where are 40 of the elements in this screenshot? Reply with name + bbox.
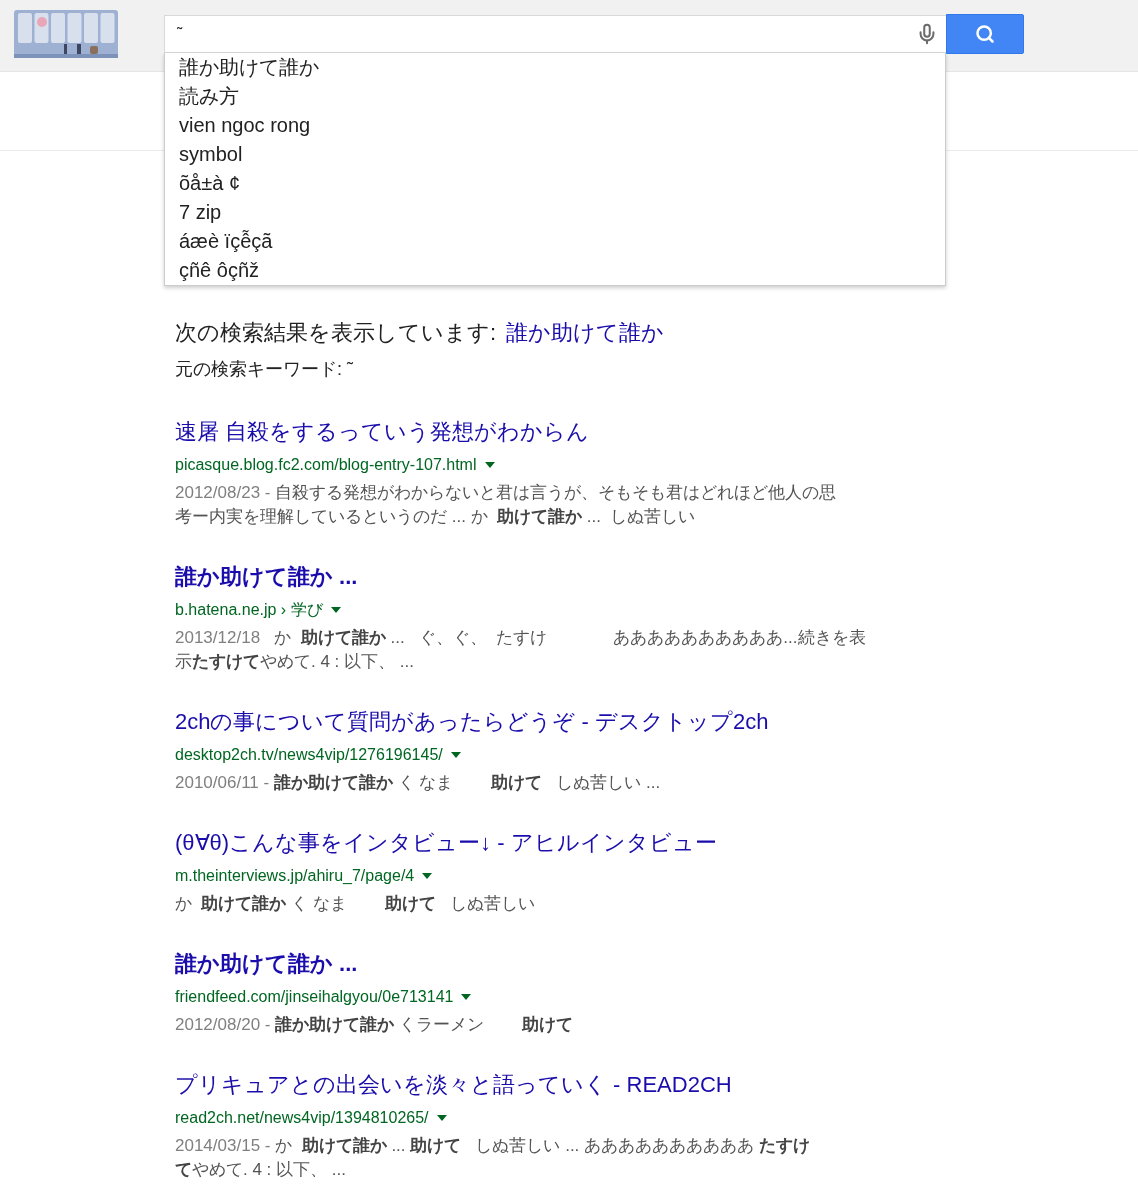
caret-icon[interactable]: [461, 994, 472, 1000]
result-title-link[interactable]: 誰か助けて誰か ...: [175, 951, 358, 976]
caret-icon[interactable]: [422, 873, 433, 879]
corrected-query-link[interactable]: 誰か助けて誰か: [506, 318, 665, 348]
result-snippet: 2010/06/11 - 誰か助けて誰か く なま 助けて しぬ苦しい ...: [175, 772, 661, 794]
result-url: m.theinterviews.jp/ahiru_7/page/4: [175, 866, 415, 886]
caret-icon[interactable]: [450, 752, 461, 758]
doodle-logo[interactable]: [14, 10, 118, 58]
search-button[interactable]: [946, 14, 1024, 54]
search-field[interactable]: ˜: [164, 15, 946, 53]
result-snippet: か 助けて誰か く なま 助けて しぬ苦しい: [175, 893, 535, 915]
result-title-link[interactable]: 速屠 自殺をするっていう発想がわからん: [175, 419, 590, 444]
suggestion-item[interactable]: õå±à ¢: [165, 169, 945, 198]
suggestion-item[interactable]: 誰か助けて誰か: [165, 53, 945, 82]
result-url: read2ch.net/news4vip/1394810265/: [175, 1108, 429, 1128]
result-snippet: 2013/12/18 か 助けて誰か ... ぐ、ぐ、 たすけ ああああああああああ...続きを表 示たすけてやめて. 4 : 以下、 ...: [175, 627, 866, 673]
result-snippet: 2012/08/20 - 誰か助けて誰か くラーメン 助けて: [175, 1014, 573, 1036]
result-url: picasque.blog.fc2.com/blog-entry-107.html: [175, 455, 477, 475]
suggestion-item[interactable]: symbol: [165, 140, 945, 169]
suggestion-item[interactable]: 読み方: [165, 82, 945, 111]
suggestion-item[interactable]: 7 zip: [165, 198, 945, 227]
result-title-link[interactable]: 誰か助けて誰か ...: [175, 564, 358, 589]
result-url: desktop2ch.tv/news4vip/1276196145/: [175, 745, 443, 765]
result-title-link[interactable]: プリキュアとの出会いを淡々と語っていく - READ2CH: [175, 1072, 732, 1097]
suggestion-item[interactable]: çñê ôçñž: [165, 256, 945, 285]
result-snippet: 2014/03/15 - か 助けて誰か ... 助けて しぬ苦しい ... ああああああああああ たすけ てやめて. 4 : 以下、 ...: [175, 1135, 810, 1181]
result-title-link[interactable]: 2chの事について質問があったらどうぞ - デスクトップ2ch: [175, 709, 769, 734]
original-query-link[interactable]: ˜: [347, 357, 353, 381]
result-title-link[interactable]: (θ∀θ)こんな事をインタビュー↓ - アヒルインタビュー: [175, 830, 717, 855]
spelling-notice: 次の検索結果を表示しています:: [175, 319, 497, 347]
suggestion-item[interactable]: áæè ïçễçã: [165, 227, 945, 256]
original-query-label: 元の検索キーワード:: [175, 358, 342, 381]
caret-icon[interactable]: [436, 1115, 447, 1121]
caret-icon[interactable]: [330, 607, 341, 613]
result-url: b.hatena.ne.jp › 学び: [175, 600, 323, 620]
caret-icon[interactable]: [484, 462, 495, 468]
result-url: friendfeed.com/jinseihalgyou/0e713141: [175, 987, 454, 1007]
search-icon: [975, 24, 995, 44]
result-snippet: 2012/08/23 - 自殺する発想がわからないと君は言うが、そもそも君はどれほど他人の思 考ー内実を理解しているというのだ ... か 助けて誰か ... しぬ苦しい: [175, 482, 837, 528]
suggestion-item[interactable]: vien ngoc rong: [165, 111, 945, 140]
